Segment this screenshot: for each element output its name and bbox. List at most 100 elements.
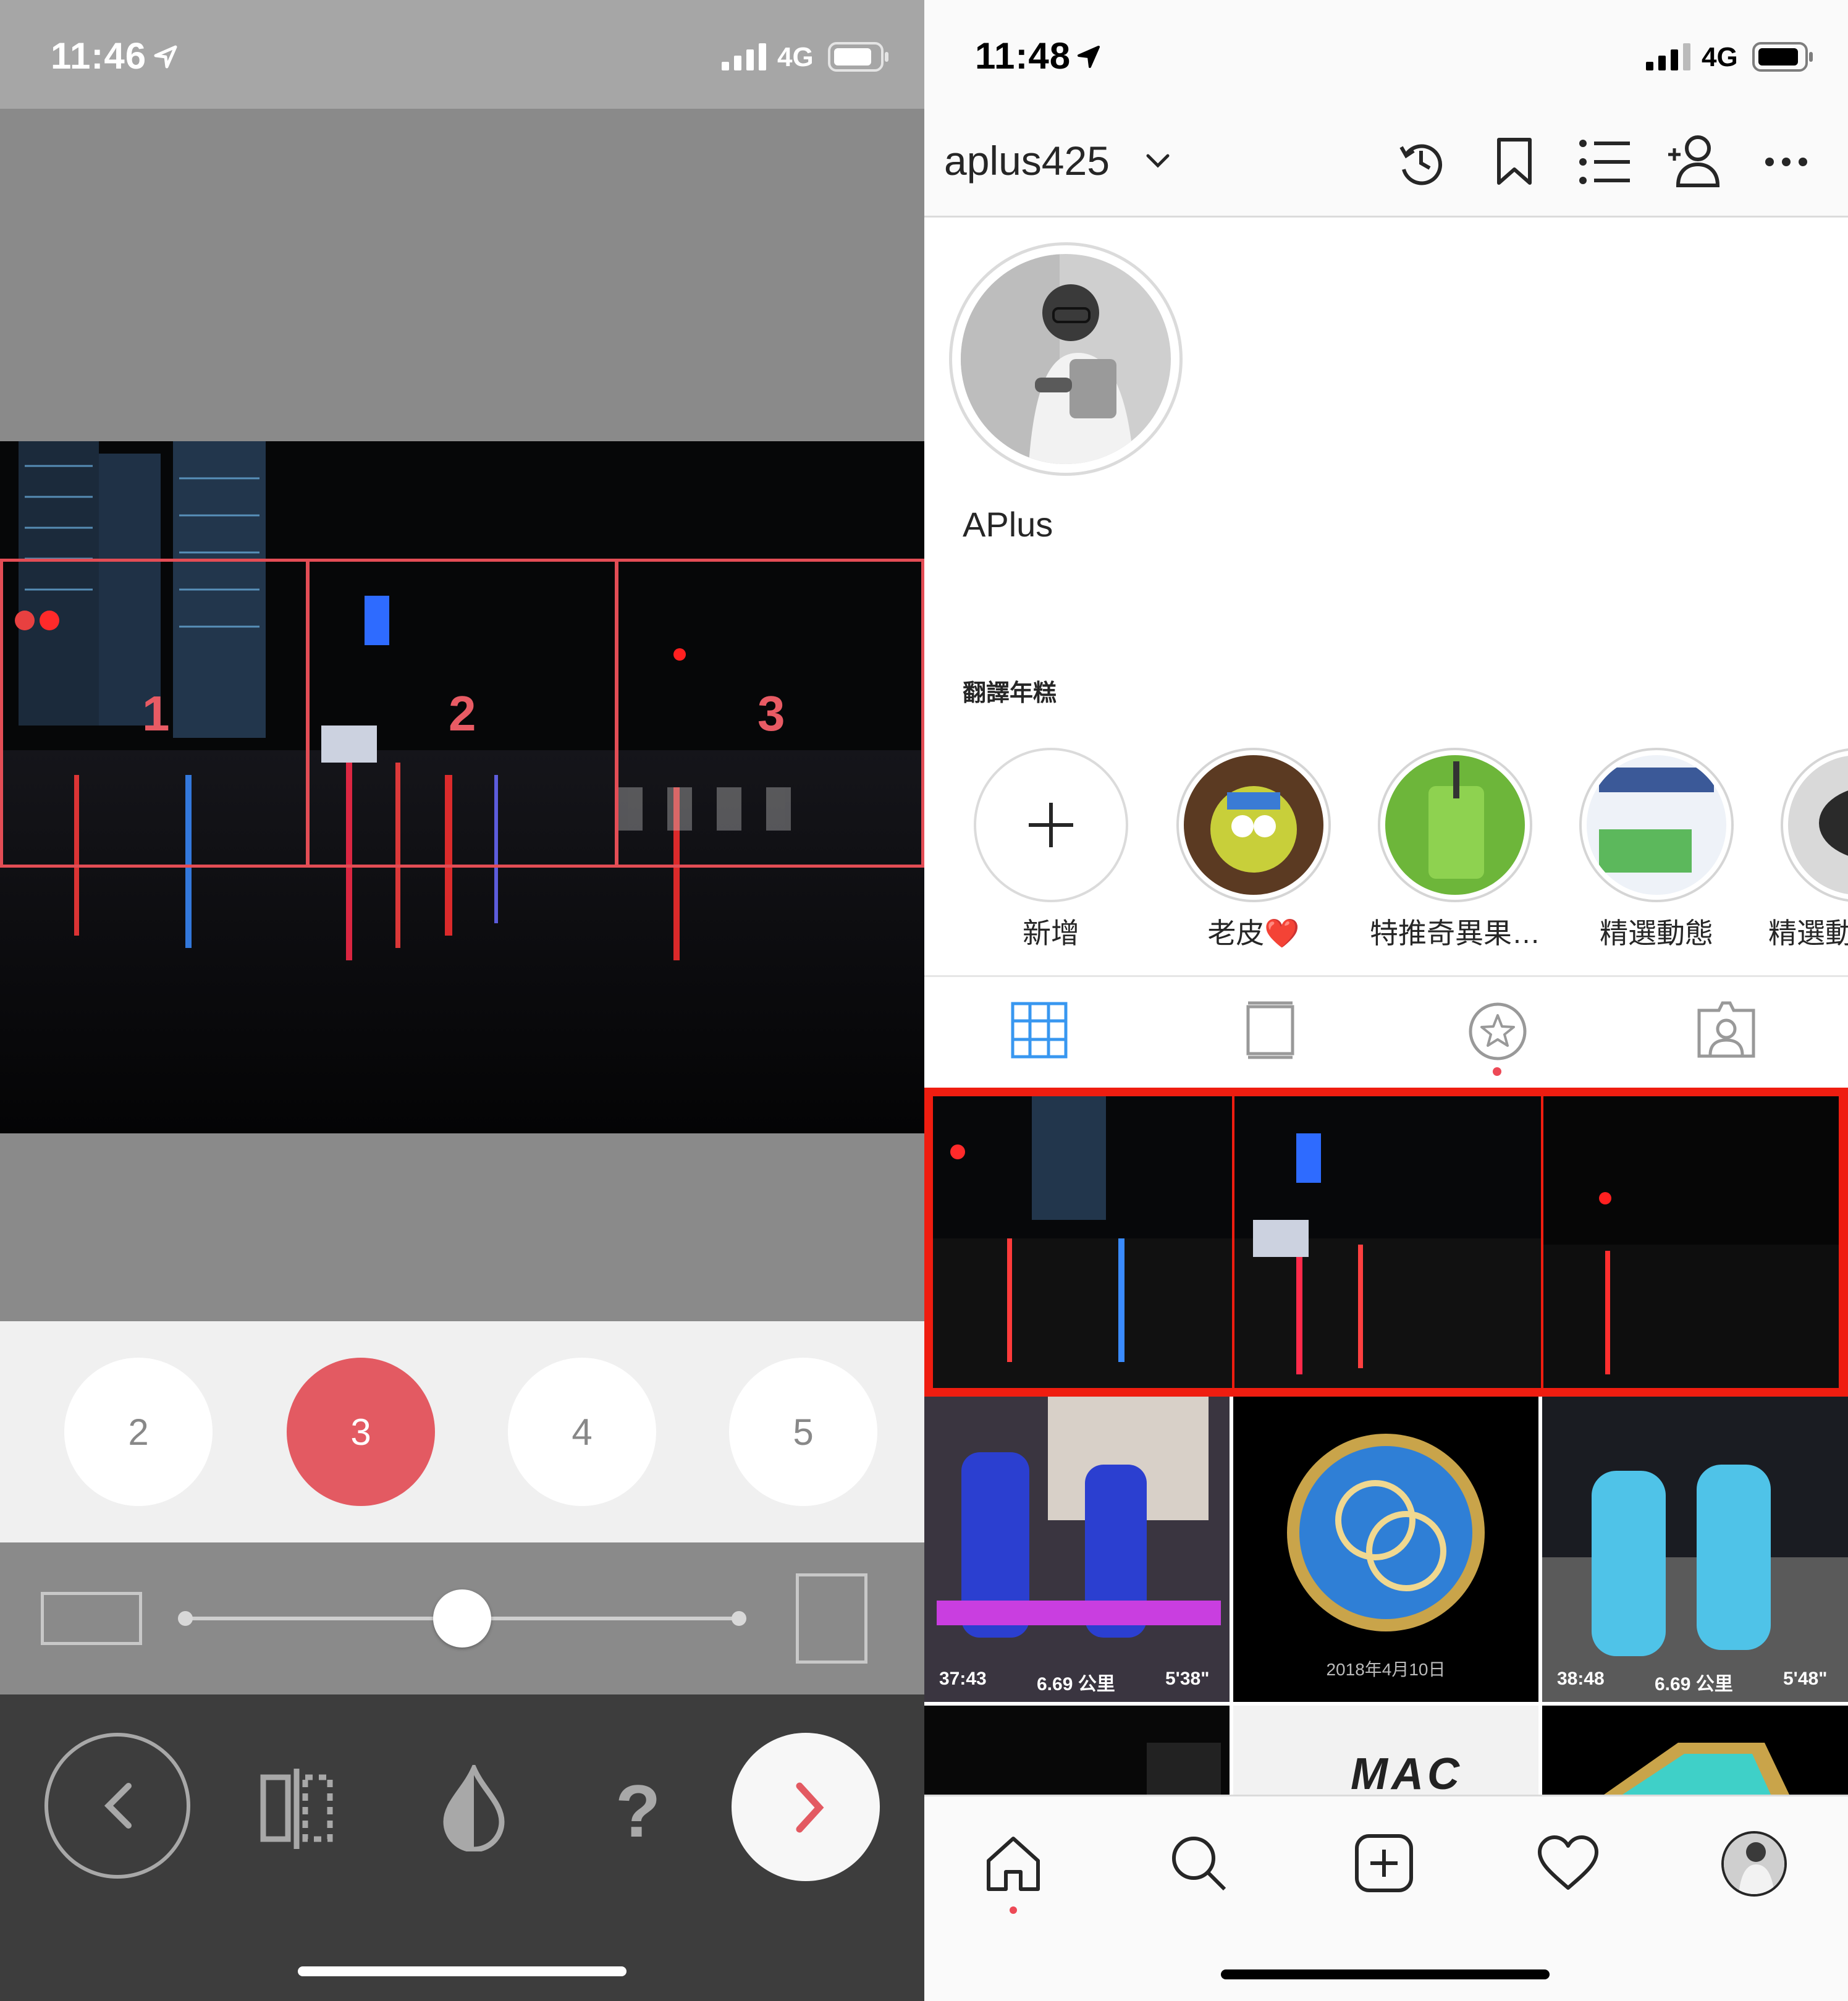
badge-date: 2018年4月10日 [1326, 1660, 1446, 1679]
run-duration: 38:48 [1557, 1669, 1605, 1689]
network-type: 4G [1702, 42, 1738, 72]
photo-preview[interactable]: 1 2 3 [0, 441, 924, 1133]
home-indicator [298, 1966, 627, 1976]
post-thumbnail[interactable] [1543, 1096, 1839, 1388]
drink-bottles-photo [924, 1397, 1230, 1702]
post-thumbnail[interactable]: MAC [1233, 1706, 1538, 1795]
post-thumbnail[interactable] [924, 1706, 1230, 1795]
profile-avatar[interactable] [949, 242, 1183, 476]
more-options-icon[interactable] [1765, 156, 1808, 168]
badge-image [1604, 1743, 1789, 1795]
home-indicator [1221, 1969, 1550, 1979]
highlight-item[interactable]: 精選動 [1756, 748, 1848, 952]
avatar-photo [1724, 1834, 1784, 1894]
avatar-photo [961, 254, 1171, 464]
location-arrow-icon [154, 45, 177, 69]
igtv-star-icon[interactable] [1468, 1002, 1527, 1061]
aspect-slider-row [0, 1542, 924, 1694]
night-street-photo [933, 1096, 1232, 1388]
username-switcher[interactable]: aplus425 [944, 137, 1110, 184]
highlight-label: 精選動態 [1600, 917, 1713, 949]
grid-maker-screen: 11:46 4G 1 2 3 2 3 4 5 ? [0, 0, 924, 2001]
highlight-label: 精選動 [1768, 917, 1848, 949]
drop-half-icon[interactable] [440, 1765, 508, 1851]
aspect-slider-thumb[interactable] [433, 1589, 491, 1648]
highlight-label: 老皮❤️ [1207, 917, 1300, 949]
tagged-icon[interactable] [1697, 999, 1756, 1059]
profile-header: aplus425 [924, 109, 1848, 218]
mirror-split-icon[interactable] [259, 1769, 334, 1849]
toy-photo [1184, 755, 1323, 895]
count-option-3[interactable]: 3 [287, 1358, 435, 1506]
grid-cell-number: 1 [142, 686, 170, 741]
grid-cell-2: 2 [306, 559, 618, 868]
help-button[interactable]: ? [615, 1769, 660, 1854]
search-icon[interactable] [1169, 1834, 1228, 1893]
bookmark-icon[interactable] [1493, 136, 1536, 188]
highlight-ring [1176, 748, 1331, 902]
post-thumbnail[interactable] [1542, 1706, 1848, 1795]
grid-icon[interactable] [1011, 1002, 1068, 1059]
next-button[interactable] [732, 1733, 880, 1881]
instagram-profile-screen: 11:48 4G aplus425 APlus 翻譯年糕 新增 老皮❤️ 特推奇… [924, 0, 1848, 2001]
grid-cell-number: 2 [449, 686, 476, 741]
status-time: 11:48 [975, 35, 1071, 77]
chevron-left-icon [104, 1783, 132, 1829]
add-person-icon[interactable] [1666, 133, 1721, 188]
status-time: 11:46 [51, 35, 147, 77]
count-option-2[interactable]: 2 [64, 1358, 213, 1506]
home-icon[interactable] [984, 1834, 1043, 1893]
water-bottles-photo [1542, 1397, 1848, 1702]
night-building-photo [924, 1706, 1230, 1795]
highlight-item[interactable]: 老皮❤️ [1152, 748, 1356, 952]
count-option-4[interactable]: 4 [508, 1358, 656, 1506]
grid-cell-1: 1 [0, 559, 309, 868]
battery-icon [1752, 42, 1813, 72]
profile-tab-avatar[interactable] [1721, 1831, 1787, 1897]
landscape-ratio-icon[interactable] [41, 1592, 142, 1645]
status-bar: 11:48 4G [924, 0, 1848, 109]
portrait-ratio-icon[interactable] [796, 1573, 867, 1664]
display-name: APlus [963, 505, 1053, 544]
heart-icon[interactable] [1537, 1835, 1599, 1892]
post-thumbnail[interactable]: 38:48 6.69 公里 5'48" [1542, 1397, 1848, 1702]
close-friends-list-icon[interactable] [1578, 138, 1631, 185]
back-button[interactable] [44, 1733, 190, 1879]
notification-dot [1493, 1067, 1501, 1076]
slider-end-dot [178, 1611, 193, 1626]
split-count-selector: 2 3 4 5 [0, 1321, 924, 1542]
add-post-icon[interactable] [1354, 1834, 1414, 1893]
post-thumbnail[interactable]: 37:43 6.69 公里 5'38" [924, 1397, 1230, 1702]
bottom-toolbar: ? [0, 1694, 924, 2001]
highlight-item[interactable]: 特推奇異果… [1353, 748, 1557, 952]
highlight-item[interactable]: 精選動態 [1555, 748, 1758, 952]
highlight-label: 特推奇異果… [1370, 917, 1540, 949]
chevron-down-icon[interactable] [1146, 152, 1170, 171]
book-title-text: MAC [1351, 1749, 1463, 1795]
signal-icon [1646, 43, 1690, 70]
run-distance: 6.69 公里 [1037, 1674, 1115, 1694]
bottom-tab-bar [924, 1795, 1848, 2001]
archive-history-icon[interactable] [1395, 136, 1447, 188]
screenshot-photo [1587, 755, 1726, 895]
location-arrow-icon [1078, 46, 1100, 68]
highlight-ring [1378, 748, 1532, 902]
post-thumbnail[interactable] [1234, 1096, 1541, 1388]
grid-cell-number: 3 [757, 686, 785, 741]
feed-icon[interactable] [1246, 1000, 1295, 1060]
highlight-label: 新增 [1023, 917, 1079, 949]
notification-dot [1010, 1906, 1017, 1914]
run-duration: 37:43 [939, 1669, 987, 1689]
plus-icon [1029, 803, 1073, 847]
status-bar: 11:46 4G [0, 0, 924, 109]
post-thumbnail[interactable]: 2018年4月10日 [1233, 1397, 1538, 1702]
highlight-add[interactable]: 新增 [949, 748, 1153, 952]
slider-end-dot [732, 1611, 746, 1626]
network-type: 4G [777, 42, 814, 72]
highlight-ring [1579, 748, 1734, 902]
count-option-5[interactable]: 5 [729, 1358, 877, 1506]
story-highlights: 新增 老皮❤️ 特推奇異果… 精選動態 精選動 [924, 748, 1848, 976]
post-thumbnail[interactable] [933, 1096, 1232, 1388]
profile-tabs [924, 975, 1848, 1083]
highlight-ring [1781, 748, 1848, 902]
